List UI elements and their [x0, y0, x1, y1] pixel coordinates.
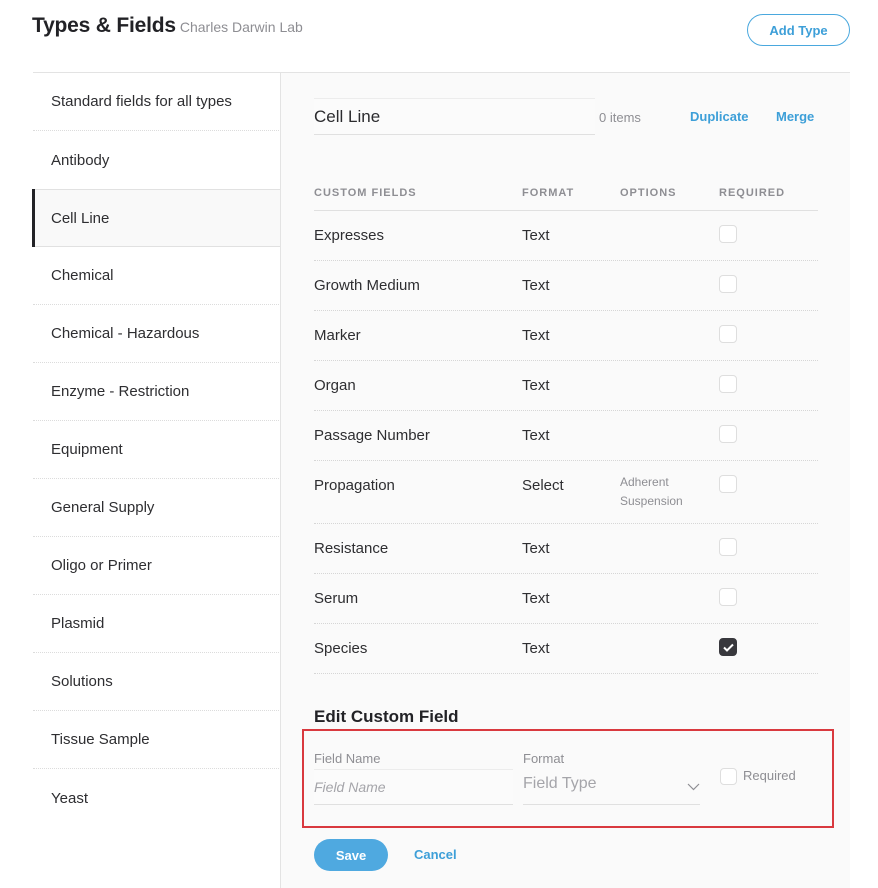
- required-checkbox[interactable]: [719, 325, 737, 343]
- table-row[interactable]: Serum Text: [314, 574, 818, 624]
- sidebar-item-label: Plasmid: [51, 615, 105, 632]
- field-name-cell: Serum: [314, 590, 359, 607]
- edit-custom-field-title: Edit Custom Field: [314, 707, 459, 726]
- sidebar-item-label: General Supply: [51, 499, 155, 516]
- table-row[interactable]: Growth Medium Text: [314, 261, 818, 311]
- field-name-input[interactable]: [314, 769, 513, 805]
- table-row[interactable]: Propagation Select Adherent Suspension: [314, 461, 818, 524]
- sidebar-item-yeast[interactable]: Yeast: [33, 769, 281, 827]
- type-name-input[interactable]: [314, 98, 595, 135]
- table-row[interactable]: Species Text: [314, 624, 818, 674]
- required-checkbox[interactable]: [719, 425, 737, 443]
- required-checkbox[interactable]: [719, 638, 737, 656]
- sidebar-item-label: Solutions: [51, 673, 113, 690]
- field-name-cell: Propagation: [314, 477, 395, 494]
- field-options-cell: Adherent Suspension: [620, 473, 683, 511]
- page-header: Types & Fields Charles Darwin Lab Add Typ…: [32, 12, 850, 52]
- chevron-down-icon: [687, 783, 700, 791]
- field-name-cell: Passage Number: [314, 427, 430, 444]
- lab-name: Charles Darwin Lab: [179, 19, 303, 35]
- table-row[interactable]: Organ Text: [314, 361, 818, 411]
- sidebar-item-cell-line[interactable]: Cell Line: [32, 189, 281, 247]
- field-format-cell: Text: [522, 227, 550, 244]
- sidebar-item-chemical[interactable]: Chemical: [33, 247, 281, 305]
- save-button[interactable]: Save: [314, 839, 388, 871]
- table-row[interactable]: Resistance Text: [314, 524, 818, 574]
- field-format-cell: Text: [522, 377, 550, 394]
- field-name-cell: Expresses: [314, 227, 385, 244]
- field-format-cell: Select: [522, 477, 564, 494]
- sidebar-item-label: Equipment: [51, 441, 123, 458]
- custom-fields-table: CUSTOM FIELDS FORMAT OPTIONS REQUIRED Ex…: [314, 181, 818, 674]
- edit-custom-field-form: Field Name Format Field Type Required: [302, 729, 834, 828]
- field-format-cell: Text: [522, 640, 550, 657]
- field-format-cell: Text: [522, 277, 550, 294]
- sidebar-item-chemical-hazardous[interactable]: Chemical - Hazardous: [33, 305, 281, 363]
- sidebar-item-label: Antibody: [51, 151, 110, 169]
- field-format-cell: Text: [522, 590, 550, 607]
- sidebar-item-tissue-sample[interactable]: Tissue Sample: [33, 711, 281, 769]
- required-checkbox[interactable]: [719, 275, 737, 293]
- field-format-cell: Text: [522, 427, 550, 444]
- sidebar-item-general-supply[interactable]: General Supply: [33, 479, 281, 537]
- sidebar-item-label: Oligo or Primer: [51, 557, 152, 574]
- sidebar-item-label: Yeast: [51, 789, 88, 807]
- title-text: Types & Fields: [32, 14, 176, 37]
- type-detail-panel: 0 items Duplicate Merge CUSTOM FIELDS FO…: [280, 73, 850, 888]
- items-count: 0 items: [599, 110, 641, 125]
- required-checkbox[interactable]: [719, 225, 737, 243]
- field-name-cell: Species: [314, 640, 368, 657]
- sidebar-item-standard-fields-for-all-types[interactable]: Standard fields for all types: [33, 73, 281, 131]
- option-value: Adherent: [620, 475, 669, 489]
- required-checkbox[interactable]: [719, 475, 737, 493]
- cancel-button[interactable]: Cancel: [414, 847, 457, 862]
- required-checkbox[interactable]: [719, 375, 737, 393]
- checkmark-icon: [723, 643, 734, 652]
- page-title: Types & Fields Charles Darwin Lab: [32, 14, 303, 38]
- sidebar-item-label: Tissue Sample: [51, 731, 150, 748]
- sidebar-item-label: Enzyme - Restriction: [51, 383, 190, 400]
- field-format-cell: Text: [522, 540, 550, 557]
- format-select[interactable]: Field Type: [523, 769, 700, 805]
- sidebar-item-equipment[interactable]: Equipment: [33, 421, 281, 479]
- required-checkbox[interactable]: [719, 588, 737, 606]
- field-name-cell: Organ: [314, 377, 356, 394]
- merge-button[interactable]: Merge: [776, 109, 814, 124]
- column-header-custom-fields: CUSTOM FIELDS: [314, 187, 417, 199]
- field-name-cell: Resistance: [314, 540, 389, 557]
- sidebar-item-solutions[interactable]: Solutions: [33, 653, 281, 711]
- sidebar-item-label: Cell Line: [51, 209, 110, 227]
- sidebar-item-label: Chemical: [51, 267, 114, 284]
- column-header-options: OPTIONS: [620, 187, 677, 199]
- sidebar-item-label: Chemical - Hazardous: [51, 325, 200, 342]
- column-header-format: FORMAT: [522, 187, 575, 199]
- table-row[interactable]: Expresses Text: [314, 211, 818, 261]
- sidebar-item-oligo-or-primer[interactable]: Oligo or Primer: [33, 537, 281, 595]
- sidebar-item-label: Standard fields for all types: [51, 93, 232, 110]
- required-checkbox[interactable]: [719, 538, 737, 556]
- field-name-cell: Growth Medium: [314, 277, 420, 294]
- sidebar-item-enzyme-restriction[interactable]: Enzyme - Restriction: [33, 363, 281, 421]
- table-header: CUSTOM FIELDS FORMAT OPTIONS REQUIRED: [314, 181, 818, 211]
- required-checkbox[interactable]: [720, 768, 737, 785]
- format-label: Format: [523, 751, 565, 766]
- field-name-label: Field Name: [314, 751, 381, 766]
- table-row[interactable]: Marker Text: [314, 311, 818, 361]
- field-format-cell: Text: [522, 327, 550, 344]
- required-label: Required: [743, 768, 796, 783]
- option-value: Suspension: [620, 494, 683, 508]
- format-select-value: Field Type: [523, 775, 597, 792]
- column-header-required: REQUIRED: [719, 187, 786, 199]
- type-sidebar: Standard fields for all types Antibody Cel…: [32, 73, 281, 827]
- table-row[interactable]: Passage Number Text: [314, 411, 818, 461]
- duplicate-button[interactable]: Duplicate: [690, 109, 749, 124]
- field-name-cell: Marker: [314, 327, 361, 344]
- sidebar-item-antibody[interactable]: Antibody: [33, 131, 281, 189]
- sidebar-item-plasmid[interactable]: Plasmid: [33, 595, 281, 653]
- add-type-button[interactable]: Add Type: [747, 14, 850, 46]
